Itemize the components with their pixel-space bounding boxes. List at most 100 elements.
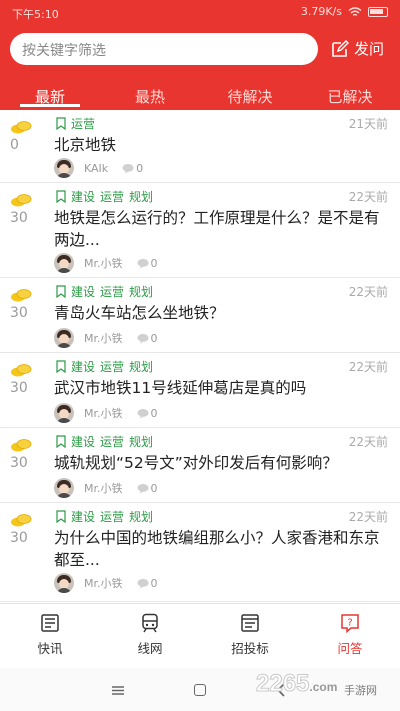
battery-icon bbox=[368, 6, 388, 17]
comment-icon bbox=[137, 408, 148, 418]
bookmark-icon bbox=[56, 190, 66, 203]
nav-item-network[interactable]: 线网 bbox=[120, 612, 180, 657]
question-meta: Mr.小铁 0 bbox=[54, 573, 158, 593]
tab-unresolved[interactable]: 待解决 bbox=[220, 86, 280, 107]
tag[interactable]: 运营 bbox=[71, 115, 95, 132]
question-item[interactable]: 30 建设 运营 规划 22天前 城轨规划“52号文”对外印发后有何影响？ Mr… bbox=[0, 428, 400, 503]
question-meta: Mr.小铁 0 bbox=[54, 253, 158, 273]
coin-icon bbox=[11, 121, 32, 134]
menu-icon[interactable] bbox=[112, 686, 124, 695]
site-watermark: 2265.com bbox=[255, 670, 338, 698]
ask-button-label: 发问 bbox=[354, 40, 385, 58]
active-tab-indicator bbox=[20, 104, 80, 107]
avatar bbox=[54, 573, 74, 593]
nav-label: 快讯 bbox=[37, 641, 63, 656]
avatar bbox=[54, 328, 74, 348]
question-item[interactable]: 30 建设 运营 规划 22天前 青岛火车站怎么坐地铁？ Mr.小铁 0 bbox=[0, 278, 400, 353]
question-meta: Mr.小铁 0 bbox=[54, 328, 158, 348]
coin-icon bbox=[11, 439, 32, 452]
tag[interactable]: 运营 bbox=[100, 433, 124, 450]
comment-icon bbox=[137, 578, 148, 588]
question-meta: Mr.小铁 0 bbox=[54, 478, 158, 498]
comment-icon bbox=[137, 258, 148, 268]
author-name: Mr.小铁 bbox=[84, 577, 123, 590]
home-icon[interactable] bbox=[194, 684, 206, 696]
nav-item-news[interactable]: 快讯 bbox=[20, 612, 80, 657]
nav-item-qa[interactable]: ? 问答 bbox=[320, 612, 380, 657]
post-time: 22天前 bbox=[348, 510, 388, 524]
comment-icon bbox=[137, 333, 148, 343]
post-time: 22天前 bbox=[348, 435, 388, 449]
status-bar: 下午5:10 3.79K/s bbox=[0, 0, 400, 24]
svg-text:?: ? bbox=[347, 618, 352, 629]
coin-icon bbox=[11, 194, 32, 207]
tag[interactable]: 建设 bbox=[71, 283, 95, 300]
news-icon bbox=[41, 614, 59, 632]
qa-icon: ? bbox=[341, 614, 359, 634]
reward-score: 30 bbox=[10, 380, 28, 396]
question-item[interactable]: 30 建设 运营 规划 22天前 为什么中国的地铁编组那么小？人家香港和东京都至… bbox=[0, 503, 400, 602]
comment-count: 0 bbox=[150, 406, 158, 420]
tab-hottest[interactable]: 最热 bbox=[130, 86, 170, 107]
search-input[interactable]: 按关键字筛选 bbox=[10, 33, 318, 65]
question-item[interactable]: 0 运营 21天前 北京地铁 KAIk 0 bbox=[0, 110, 400, 183]
coin-icon bbox=[11, 514, 32, 527]
nav-label: 招投标 bbox=[231, 641, 269, 656]
author-name: KAIk bbox=[84, 161, 109, 175]
comment-icon bbox=[137, 483, 148, 493]
nav-label: 线网 bbox=[137, 641, 163, 656]
tag[interactable]: 运营 bbox=[100, 283, 124, 300]
nav-label: 问答 bbox=[337, 641, 363, 656]
question-meta: Mr.小铁 0 bbox=[54, 403, 158, 423]
author-name: Mr.小铁 bbox=[84, 257, 123, 270]
bookmark-icon bbox=[56, 285, 66, 298]
question-title[interactable]: 武汉市地铁11号线延伸葛店是真的吗 bbox=[54, 377, 390, 399]
question-list: 0 运营 21天前 北京地铁 KAIk 0 30 建设 运营 规划 22天前 地… bbox=[0, 110, 400, 602]
tag-list: 建设 运营 规划 bbox=[56, 358, 153, 375]
question-item[interactable]: 30 建设 运营 规划 22天前 武汉市地铁11号线延伸葛店是真的吗 Mr.小铁… bbox=[0, 353, 400, 428]
bookmark-icon bbox=[56, 117, 66, 130]
coin-icon bbox=[11, 364, 32, 377]
author-name: Mr.小铁 bbox=[84, 482, 123, 495]
reward-score: 30 bbox=[10, 210, 28, 226]
wifi-icon bbox=[348, 6, 362, 16]
status-time: 下午5:10 bbox=[12, 8, 59, 21]
author-name: Mr.小铁 bbox=[84, 407, 123, 420]
ask-question-button[interactable]: 发问 bbox=[330, 38, 384, 59]
tag[interactable]: 建设 bbox=[71, 433, 95, 450]
question-title[interactable]: 北京地铁 bbox=[54, 134, 390, 156]
tag[interactable]: 规划 bbox=[129, 508, 153, 525]
avatar bbox=[54, 403, 74, 423]
tag[interactable]: 规划 bbox=[129, 433, 153, 450]
bookmark-icon bbox=[56, 510, 66, 523]
tag-list: 建设 运营 规划 bbox=[56, 433, 153, 450]
tab-resolved[interactable]: 已解决 bbox=[320, 86, 380, 107]
question-title[interactable]: 为什么中国的地铁编组那么小？人家香港和东京都至... bbox=[54, 527, 390, 571]
tag-list: 建设 运营 规划 bbox=[56, 283, 153, 300]
tag[interactable]: 建设 bbox=[71, 188, 95, 205]
question-title[interactable]: 城轨规划“52号文”对外印发后有何影响？ bbox=[54, 452, 390, 474]
tag[interactable]: 运营 bbox=[100, 188, 124, 205]
tag[interactable]: 运营 bbox=[100, 508, 124, 525]
post-time: 22天前 bbox=[348, 360, 388, 374]
nav-item-bidding[interactable]: 招投标 bbox=[220, 612, 280, 657]
tag[interactable]: 运营 bbox=[100, 358, 124, 375]
tag[interactable]: 规划 bbox=[129, 283, 153, 300]
question-title[interactable]: 地铁是怎么运行的？工作原理是什么？是不是有两边... bbox=[54, 207, 390, 251]
post-time: 22天前 bbox=[348, 285, 388, 299]
question-title[interactable]: 青岛火车站怎么坐地铁？ bbox=[54, 302, 390, 324]
comment-count: 0 bbox=[150, 576, 158, 590]
comment-count: 0 bbox=[136, 161, 144, 175]
tag[interactable]: 建设 bbox=[71, 508, 95, 525]
author-name: Mr.小铁 bbox=[84, 332, 123, 345]
avatar bbox=[54, 253, 74, 273]
comment-count: 0 bbox=[150, 331, 158, 345]
bookmark-icon bbox=[56, 360, 66, 373]
comment-count: 0 bbox=[150, 256, 158, 270]
coin-icon bbox=[11, 289, 32, 302]
tag[interactable]: 规划 bbox=[129, 188, 153, 205]
tag[interactable]: 规划 bbox=[129, 358, 153, 375]
question-item[interactable]: 30 建设 运营 规划 22天前 地铁是怎么运行的？工作原理是什么？是不是有两边… bbox=[0, 183, 400, 278]
tag[interactable]: 建设 bbox=[71, 358, 95, 375]
bookmark-icon bbox=[56, 435, 66, 448]
